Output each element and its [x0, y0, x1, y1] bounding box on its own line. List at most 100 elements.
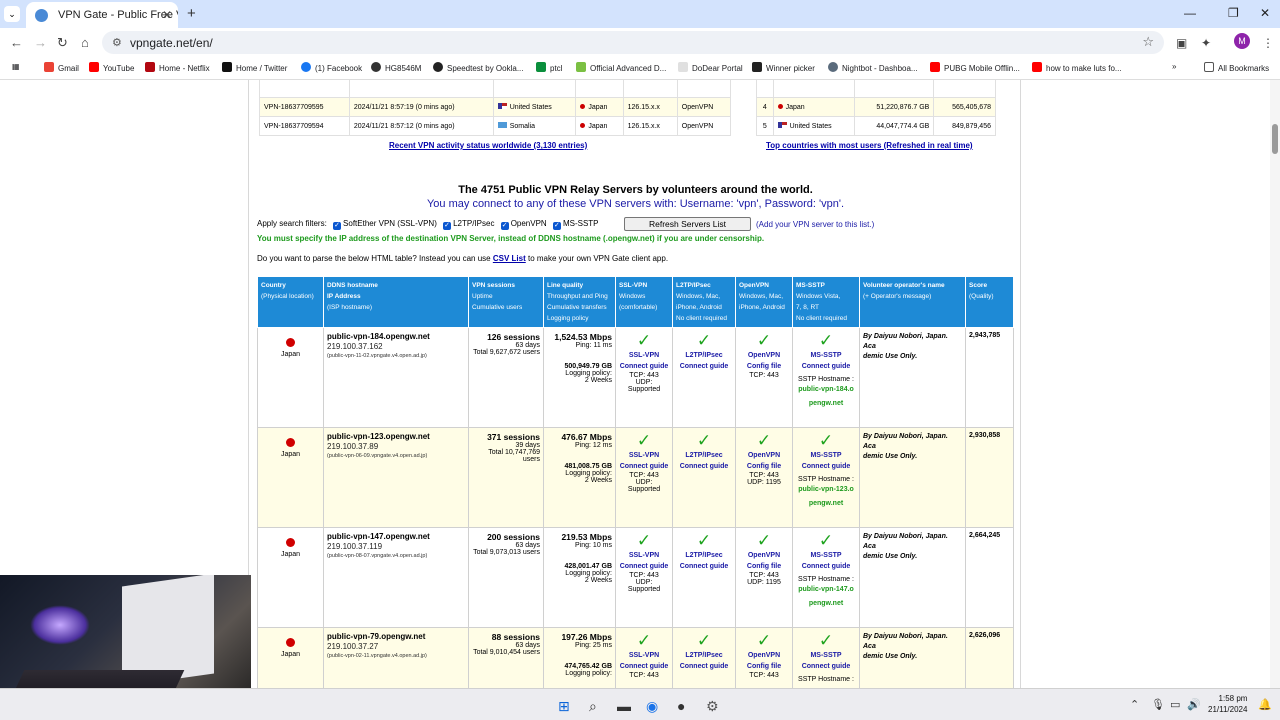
ssl-vpn-link[interactable]: SSL-VPN Connect guide	[619, 350, 669, 372]
ms-sstp-link[interactable]: MS-SSTP Connect guide	[796, 550, 856, 572]
tab-search-icon[interactable]: ⌄	[4, 6, 20, 22]
bookmark-netflix[interactable]: Home - Netflix	[145, 62, 210, 73]
bookmark-luts[interactable]: how to make luts fo...	[1032, 62, 1122, 73]
ssl-vpn-link[interactable]: SSL-VPN Connect guide	[619, 450, 669, 472]
ssl-vpn-link[interactable]: SSL-VPN Connect guide	[619, 650, 669, 672]
l2tp-link[interactable]: L2TP/IPsec Connect guide	[676, 550, 732, 572]
us-flag-icon	[497, 103, 507, 109]
file-explorer-icon[interactable]: ▬	[617, 698, 631, 714]
activity-table: VPN-18637709595 2024/11/21 8:57:19 (0 min…	[259, 80, 732, 136]
close-tab-icon[interactable]: ✕	[162, 8, 172, 22]
network-icon[interactable]: ▭	[1170, 698, 1180, 711]
back-icon[interactable]: ←	[10, 35, 23, 50]
openvpn-link[interactable]: OpenVPN Config file	[739, 550, 789, 572]
header-operator: Volunteer operator's name (+ Operator's m…	[859, 276, 966, 328]
table-row: VPN-18637709595 2024/11/21 8:57:19 (0 min…	[259, 97, 732, 117]
l2tp-checkbox[interactable]: ✓	[443, 222, 452, 230]
bookmark-facebook[interactable]: (1) Facebook	[301, 62, 362, 73]
japan-flag-icon	[777, 103, 783, 109]
bookmark-ptcl[interactable]: ptcl	[536, 62, 562, 73]
bookmark-youtube[interactable]: YouTube	[89, 62, 134, 73]
site-info-icon[interactable]: ⚙	[112, 36, 122, 49]
close-window-icon[interactable]: ✕	[1260, 6, 1270, 20]
bookmarks-bar: ▦ Gmail YouTube Home - Netflix Home / Tw…	[0, 56, 1280, 80]
chrome-icon[interactable]: ◉	[646, 698, 658, 715]
bookmark-speedtest[interactable]: Speedtest by Ookla...	[433, 62, 524, 73]
l2tp-link[interactable]: L2TP/IPsec Connect guide	[676, 350, 732, 372]
softether-checkbox[interactable]: ✓	[333, 222, 342, 230]
openvpn-link[interactable]: OpenVPN Config file	[739, 350, 789, 372]
csv-list-link[interactable]: CSV List	[493, 254, 526, 263]
check-icon: ✓	[818, 431, 834, 450]
refresh-servers-button[interactable]: Refresh Servers List	[624, 217, 751, 231]
check-icon: ✓	[636, 631, 652, 650]
l2tp-link[interactable]: L2TP/IPsec Connect guide	[676, 650, 732, 672]
all-bookmarks[interactable]: All Bookmarks	[1204, 62, 1269, 73]
ms-sstp-link[interactable]: MS-SSTP Connect guide	[796, 350, 856, 372]
add-server-link[interactable]: (Add your VPN server to this list.)	[756, 220, 874, 229]
address-bar[interactable]: ⚙ vpngate.net/en/ ☆	[102, 31, 1164, 54]
bookmark-star-icon[interactable]: ☆	[1142, 34, 1154, 50]
top-countries-link[interactable]: Top countries with most users (Refreshed…	[766, 141, 973, 150]
ms-sstp-checkbox[interactable]: ✓	[552, 222, 561, 230]
somalia-flag-icon	[497, 122, 507, 128]
menu-icon[interactable]: ⋮	[1262, 36, 1274, 50]
app-icon[interactable]: ●	[677, 698, 685, 714]
japan-flag-icon	[286, 638, 295, 647]
tab-vpngate[interactable]: VPN Gate - Public Free VPN Clo ✕	[26, 2, 178, 28]
bookmark-gmail[interactable]: Gmail	[44, 62, 79, 73]
header-score: Score (Quality)	[965, 276, 1014, 328]
bookmark-official-advanced[interactable]: Official Advanced D...	[576, 62, 666, 73]
maximize-icon[interactable]: ❐	[1228, 6, 1239, 20]
reload-icon[interactable]: ↻	[57, 35, 68, 51]
chevron-up-icon[interactable]: ⌃	[1130, 698, 1139, 711]
minimize-icon[interactable]: —	[1184, 6, 1196, 20]
japan-flag-icon	[580, 122, 586, 128]
bookmark-hg8546m[interactable]: HG8546M	[371, 62, 421, 73]
us-flag-icon	[777, 122, 787, 128]
bookmark-nightbot[interactable]: Nightbot - Dashboa...	[828, 62, 918, 73]
system-clock[interactable]: 1:58 pm 21/11/2024	[1208, 693, 1247, 715]
extensions-icon[interactable]: ✦	[1201, 36, 1211, 50]
start-icon[interactable]: ⊞	[558, 698, 570, 715]
check-icon: ✓	[756, 631, 772, 650]
openvpn-checkbox[interactable]: ✓	[500, 222, 509, 230]
bookmark-twitter[interactable]: Home / Twitter	[222, 62, 287, 73]
notification-bell-icon[interactable]: 🔔	[1258, 698, 1272, 711]
table-row: Japan public-vpn-147.opengw.net 219.100.3…	[257, 527, 1014, 628]
scrollbar-thumb[interactable]	[1272, 124, 1278, 154]
bookmark-winner-picker[interactable]: Winner picker	[752, 62, 815, 73]
countries-table: 4 Japan 51,220,876.7 GB 565,405,678 5 Uni…	[756, 80, 996, 136]
google-lens-icon[interactable]: ▣	[1176, 36, 1187, 50]
header-l2tp: L2TP/IPsec Windows, Mac, iPhone, Android No…	[672, 276, 736, 328]
tab-bar: ⌄ VPN Gate - Public Free VPN Clo ✕ + — ❐…	[0, 0, 1280, 28]
bookmark-pubg[interactable]: PUBG Mobile Offlin...	[930, 62, 1020, 73]
japan-flag-icon	[286, 538, 295, 547]
ms-sstp-link[interactable]: MS-SSTP Connect guide	[796, 450, 856, 472]
search-icon[interactable]: ⌕	[589, 698, 597, 715]
openvpn-link[interactable]: OpenVPN Config file	[739, 450, 789, 472]
ms-sstp-link[interactable]: MS-SSTP Connect guide	[796, 650, 856, 672]
new-tab-icon[interactable]: +	[187, 5, 196, 22]
ssl-vpn-link[interactable]: SSL-VPN Connect guide	[619, 550, 669, 572]
address-row: ← → ↻ ⌂ ⚙ vpngate.net/en/ ☆ ▣ ✦ M ⋮	[0, 28, 1280, 56]
table-row: Japan public-vpn-79.opengw.net 219.100.37…	[257, 627, 1014, 688]
profile-avatar[interactable]: M	[1234, 33, 1250, 49]
header-ms-sstp: MS-SSTP Windows Vista, 7, 8, RT No client r…	[792, 276, 860, 328]
volume-icon[interactable]: 🔊	[1187, 698, 1201, 711]
microphone-icon[interactable]: 🎙	[1151, 698, 1165, 711]
home-icon[interactable]: ⌂	[81, 35, 89, 50]
l2tp-link[interactable]: L2TP/IPsec Connect guide	[676, 450, 732, 472]
recent-activity-link[interactable]: Recent VPN activity status worldwide (3,…	[389, 141, 587, 150]
page-scrollbar[interactable]	[1270, 80, 1280, 688]
apps-icon[interactable]: ▦	[12, 62, 20, 71]
openvpn-link[interactable]: OpenVPN Config file	[739, 650, 789, 672]
check-icon: ✓	[756, 331, 772, 350]
forward-icon[interactable]: →	[34, 35, 47, 50]
settings-icon[interactable]: ⚙	[706, 698, 719, 715]
bookmark-dodear[interactable]: DoDear Portal	[678, 62, 743, 73]
vpngate-favicon-icon	[35, 9, 48, 22]
more-bookmarks-icon[interactable]: »	[1172, 62, 1176, 71]
check-icon: ✓	[696, 531, 712, 550]
check-icon: ✓	[756, 531, 772, 550]
